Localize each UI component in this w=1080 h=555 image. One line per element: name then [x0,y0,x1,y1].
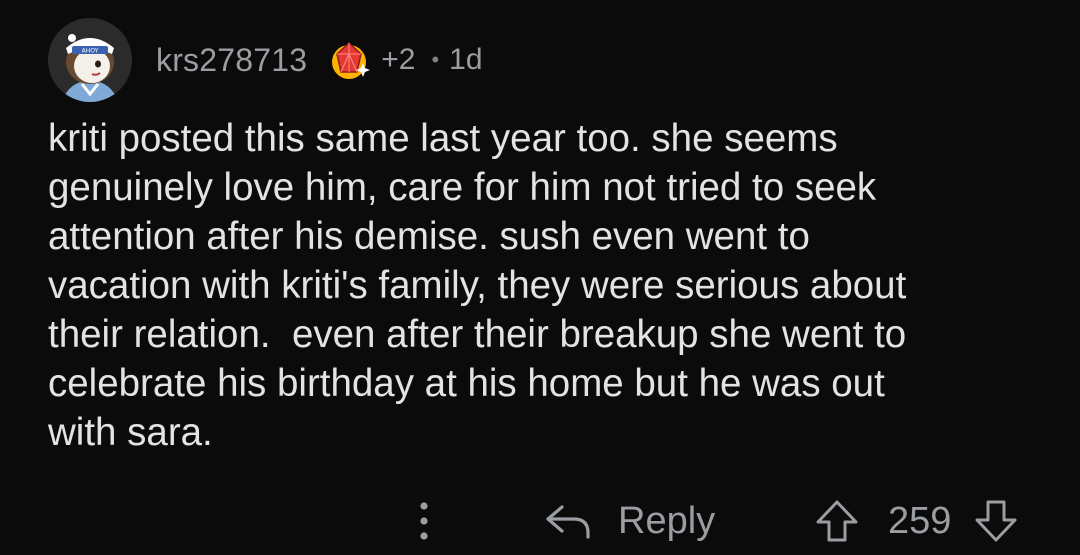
vote-controls: 259 [814,496,1019,546]
comment: AHOY krs278713 +2 • 1d kriti posted this… [0,0,1080,555]
reply-button[interactable]: Reply [544,496,715,546]
upvote-arrow-icon[interactable] [814,498,860,544]
award-count: +2 [381,43,416,76]
avatar-hat-text: AHOY [82,48,99,55]
avatar[interactable]: AHOY [48,18,132,102]
comment-body: kriti posted this same last year too. sh… [48,117,907,454]
avatar-image: AHOY [48,18,132,102]
reply-arrow-icon [544,501,592,541]
vote-score: 259 [888,499,952,542]
more-vertical-icon[interactable] [408,498,440,544]
comment-actions: Reply 259 [0,488,1080,554]
downvote-arrow-icon[interactable] [973,498,1019,544]
comment-header: AHOY krs278713 +2 • 1d [48,18,483,102]
reply-label: Reply [618,499,716,542]
separator-dot: • [431,47,440,72]
ruby-award-icon[interactable] [327,38,371,82]
comment-age: 1d [449,43,483,76]
username[interactable]: krs278713 [156,42,307,79]
